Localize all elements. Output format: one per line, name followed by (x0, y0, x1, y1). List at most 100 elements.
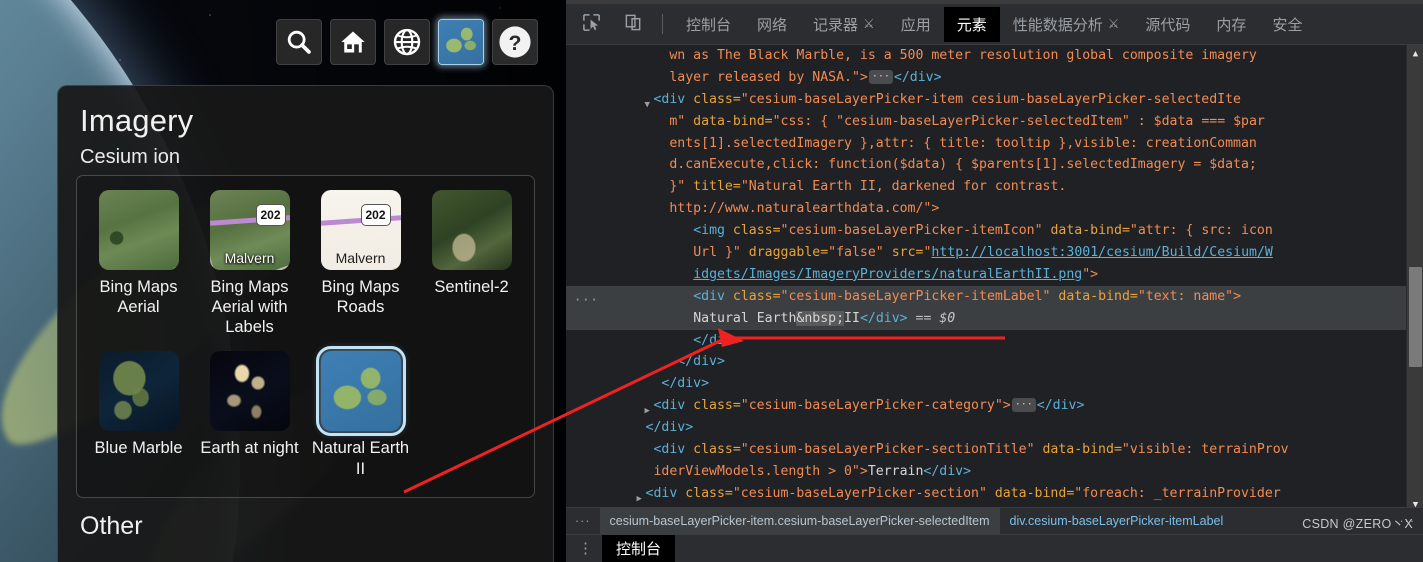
dom-tree-line[interactable]: ▶ <div class="cesium-baseLayerPicker-cate… (566, 395, 1423, 417)
dom-tree-line[interactable]: ents[1].selectedImagery },attr: { title:… (566, 133, 1423, 155)
base-layer-picker-thumb-icon (439, 20, 483, 64)
imagery-item[interactable]: Earth at night (194, 347, 305, 488)
code-token: == (907, 310, 940, 326)
dom-tree-line[interactable]: </div> (566, 417, 1423, 439)
breadcrumb-item-item-label[interactable]: div.cesium-baseLayerPicker-itemLabel (1000, 508, 1234, 535)
imagery-thumbnail (431, 190, 512, 271)
devtools-tabbar: 控制台 网络 记录器 ⚔ 应用 元素 性能数据分析 ⚔ 源代码 内存 安全 (566, 4, 1423, 45)
code-token: data-bind= (994, 485, 1075, 501)
code-token: "cesium-baseLayerPicker-sectionTitle" (740, 442, 1043, 458)
inspect-element-button[interactable] (574, 9, 608, 39)
device-toolbar-icon (624, 13, 643, 36)
picker-section-title: Cesium ion (80, 146, 181, 169)
drawer-more-button[interactable]: ⋮ (566, 541, 602, 556)
code-token: "cesium-baseLayerPicker-category"> (740, 398, 1011, 414)
dom-tree-line[interactable]: Url }" draggable="false" src="http://loc… (566, 242, 1423, 264)
tab-recorder[interactable]: 记录器 ⚔ (800, 7, 888, 42)
dom-tree-line[interactable]: m" data-bind="css: { "cesium-baseLayerPi… (566, 111, 1423, 133)
dom-tree-line[interactable]: </div> (566, 330, 1423, 352)
code-token: class= (693, 442, 741, 458)
code-token: <img (693, 223, 733, 239)
search-button[interactable] (276, 19, 322, 65)
code-token: $0 (939, 310, 956, 326)
dom-tree-line[interactable]: idgets/Images/ImageryProviders/naturalEa… (566, 264, 1423, 286)
code-token: "false" (828, 245, 892, 261)
breadcrumb: ··· cesium-baseLayerPicker-item.cesium-b… (566, 507, 1423, 535)
code-token: class= (685, 485, 733, 501)
tab-sources[interactable]: 源代码 (1132, 7, 1203, 42)
tab-security[interactable]: 安全 (1259, 7, 1315, 42)
code-token: <div (653, 442, 694, 458)
dom-tree-line[interactable]: http://www.naturalearthdata.com/"> (566, 198, 1423, 220)
imagery-item[interactable]: 202 Malvern Bing Maps Aerial with Labels (194, 186, 305, 347)
picker-other-title: Other (80, 511, 143, 540)
code-token: &nbsp; (796, 310, 845, 326)
navigation-help-button[interactable]: ? (492, 19, 538, 65)
tab-network[interactable]: 网络 (744, 7, 800, 42)
chevron-right-icon[interactable]: ▶ (637, 489, 642, 505)
imagery-item-label: Blue Marble (94, 439, 183, 458)
dom-tree[interactable]: wn as The Black Marble, is a 500 meter r… (566, 45, 1423, 513)
dom-tree-line[interactable]: ▼ <div class="cesium-baseLayerPicker-item… (566, 89, 1423, 111)
code-token: data-bind= (1050, 223, 1130, 239)
imagery-item[interactable]: Sentinel-2 (416, 186, 527, 347)
dom-tree-line[interactable]: <div class="cesium-baseLayerPicker-secti… (566, 439, 1423, 461)
route-shield: 202 (255, 204, 286, 227)
code-token: "Natural Earth II, darkened for contrast… (740, 179, 1067, 195)
breadcrumb-item-selected-item[interactable]: cesium-baseLayerPicker-item.cesium-baseL… (599, 507, 1000, 535)
dom-tree-line[interactable]: }" title="Natural Earth II, darkened for… (566, 176, 1423, 198)
code-token: idgets/Images/ImageryProviders/naturalEa… (693, 266, 1083, 282)
dom-tree-line-selected[interactable]: Natural Earth&nbsp;II</div> == $0 (566, 307, 1423, 330)
dom-tree-line[interactable]: layer released by NASA."> ··· </div> (566, 67, 1423, 89)
imagery-section: Bing Maps Aerial 202 Malvern Bing Maps A… (76, 175, 535, 498)
base-layer-picker-dropdown[interactable]: Imagery Cesium ion Bing Maps Aerial 202 (57, 85, 554, 562)
home-button[interactable] (330, 19, 376, 65)
tab-label: 控制台 (686, 16, 732, 34)
imagery-item[interactable]: 202 Malvern Bing Maps Roads (305, 186, 416, 347)
imagery-item[interactable]: Bing Maps Aerial (83, 186, 194, 347)
code-token: </div> (859, 310, 908, 326)
code-token: title= (693, 179, 741, 195)
tab-label: 应用 (900, 16, 931, 34)
dom-tree-line[interactable]: ▶ <div class="cesium-baseLayerPicker-sect… (566, 483, 1423, 505)
dom-tree-scrollbar[interactable]: ▲ ▼ (1406, 45, 1423, 513)
dom-tree-line[interactable]: iderViewModels.length > 0">Terrain</div> (566, 461, 1423, 483)
dom-tree-line[interactable]: </div> (566, 351, 1423, 373)
dom-tree-line-selected[interactable]: ··· <div class="cesium-baseLayerPicker-it… (566, 285, 1423, 308)
code-token: class= (732, 288, 781, 304)
code-token: d.canExecute,click: function($data) { $p… (669, 157, 1257, 173)
base-layer-picker-button[interactable] (438, 19, 484, 65)
imagery-item-label: Sentinel-2 (434, 278, 509, 297)
tab-label: 网络 (757, 16, 788, 34)
scroll-up-arrow[interactable]: ▲ (1407, 45, 1423, 62)
code-token: http://www.naturalearthdata.com/"> (669, 201, 940, 217)
code-token: </div> (693, 332, 741, 348)
imagery-item[interactable]: Blue Marble (83, 347, 194, 488)
code-token: </div> (1036, 398, 1085, 414)
drawer-tab-console[interactable]: 控制台 (602, 534, 676, 562)
imagery-item-label: Bing Maps Aerial (99, 278, 178, 317)
breadcrumb-overflow-left[interactable]: ··· (566, 514, 600, 528)
dom-tree-line[interactable]: wn as The Black Marble, is a 500 meter r… (566, 45, 1423, 67)
imagery-thumbnail (209, 351, 290, 432)
code-token: data-bind= (1058, 288, 1138, 304)
tab-elements[interactable]: 元素 (943, 6, 1000, 42)
device-toolbar-button[interactable] (616, 9, 650, 39)
scrollbar-thumb[interactable] (1409, 267, 1422, 367)
dom-tree-line[interactable]: <img class="cesium-baseLayerPicker-itemI… (566, 220, 1423, 242)
tab-application[interactable]: 应用 (888, 7, 944, 42)
tab-memory[interactable]: 内存 (1203, 7, 1259, 42)
dom-tree-line[interactable]: d.canExecute,click: function($data) { $p… (566, 154, 1423, 176)
cesium-viewer[interactable]: ? Imagery Cesium ion Bing Maps Aerial 20… (0, 0, 566, 562)
code-token: iderViewModels.length > 0"> (653, 463, 868, 479)
expand-ellipsis-button[interactable]: ··· (868, 69, 893, 84)
tab-console[interactable]: 控制台 (673, 7, 744, 42)
expand-ellipsis-button[interactable]: ··· (1011, 398, 1036, 413)
scene-mode-button[interactable] (384, 19, 430, 65)
devtools-panel[interactable]: 控制台 网络 记录器 ⚔ 应用 元素 性能数据分析 ⚔ 源代码 内存 安全 wn… (566, 0, 1423, 562)
imagery-thumbnail: 202 Malvern (320, 190, 401, 271)
imagery-thumbnail (315, 346, 406, 437)
imagery-item-selected[interactable]: Natural Earth II (305, 346, 416, 488)
dom-tree-line[interactable]: </div> (566, 373, 1423, 395)
tab-performance[interactable]: 性能数据分析 ⚔ (1000, 7, 1133, 42)
